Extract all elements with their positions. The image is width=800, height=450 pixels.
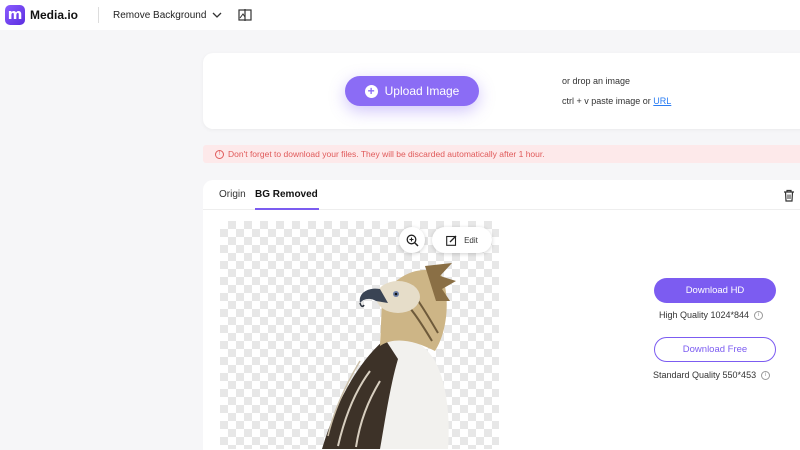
tab-bg-removed[interactable]: BG Removed	[255, 189, 318, 200]
eagle-image	[322, 263, 456, 449]
app-name: Media.io	[30, 8, 79, 22]
info-icon[interactable]: i	[754, 310, 764, 320]
info-icon[interactable]: i	[761, 370, 771, 380]
tool-selector[interactable]: Remove Background	[113, 10, 222, 21]
result-card: Origin BG Removed Edit Download HD High …	[203, 180, 800, 450]
top-bar: m Media.io Remove Background	[0, 0, 800, 30]
divider	[98, 7, 100, 23]
edit-icon	[446, 235, 457, 246]
compare-icon[interactable]	[238, 8, 253, 22]
download-hd-button[interactable]: Download HD	[654, 278, 776, 303]
upload-card: + Upload Image or drop an image ctrl + v…	[203, 53, 800, 129]
free-quality-text: Standard Quality 550*453	[653, 370, 757, 380]
warning-text: Don't forget to download your files. The…	[228, 149, 545, 159]
paste-hint-text: ctrl + v paste image or	[562, 96, 654, 106]
url-link[interactable]: URL	[653, 96, 671, 106]
plus-icon: +	[364, 84, 378, 98]
edit-button[interactable]: Edit	[432, 227, 492, 253]
logo-icon: m	[5, 5, 25, 25]
result-preview	[220, 221, 499, 449]
chevron-down-icon	[212, 12, 222, 18]
free-quality-info: Standard Quality 550*453 i	[653, 370, 771, 380]
trash-icon[interactable]	[783, 189, 795, 202]
paste-hint: ctrl + v paste image or URL	[562, 96, 671, 106]
zoom-in-icon	[406, 234, 419, 247]
result-tabs: Origin BG Removed	[203, 180, 800, 210]
drop-hint: or drop an image	[562, 76, 631, 86]
tool-selector-label: Remove Background	[113, 9, 207, 21]
upload-image-button[interactable]: + Upload Image	[345, 76, 479, 106]
tab-origin[interactable]: Origin	[219, 189, 246, 200]
download-warning: ! Don't forget to download your files. T…	[203, 145, 800, 163]
hd-quality-info: High Quality 1024*844 i	[659, 310, 764, 320]
active-tab-indicator	[255, 208, 319, 210]
edit-label: Edit	[464, 235, 478, 245]
info-icon: !	[215, 149, 224, 159]
hd-quality-text: High Quality 1024*844	[659, 310, 750, 320]
upload-button-label: Upload Image	[384, 84, 460, 98]
zoom-button[interactable]	[399, 227, 425, 253]
download-free-button[interactable]: Download Free	[654, 337, 776, 362]
logo[interactable]: m Media.io	[5, 5, 78, 25]
